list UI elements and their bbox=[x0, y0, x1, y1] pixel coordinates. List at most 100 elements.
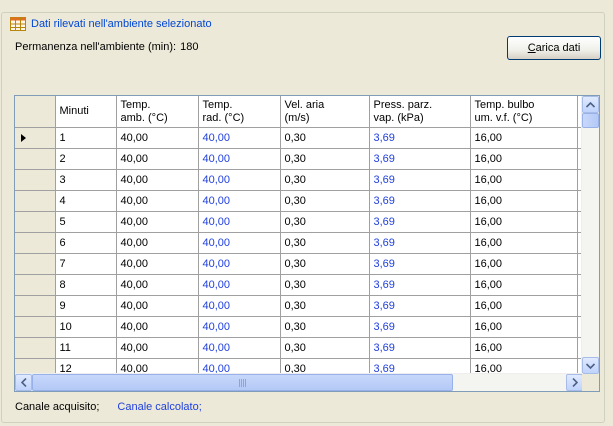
table-cell[interactable]: 0,30 bbox=[280, 253, 370, 275]
table-row[interactable]: 440,0040,000,303,6916,004 bbox=[15, 190, 583, 212]
vertical-scrollbar[interactable] bbox=[581, 96, 599, 374]
table-cell[interactable]: 16,00 bbox=[470, 232, 578, 254]
table-cell[interactable]: 11 bbox=[55, 337, 117, 359]
table-cell[interactable]: 3,69 bbox=[369, 253, 471, 275]
table-row[interactable]: 1240,0040,000,303,6916,004 bbox=[15, 358, 583, 374]
table-row[interactable]: 240,0040,000,303,6916,004 bbox=[15, 148, 583, 170]
carica-dati-button[interactable]: Carica dati bbox=[507, 36, 601, 60]
table-cell[interactable]: 40,00 bbox=[116, 169, 199, 191]
table-cell[interactable]: 16,00 bbox=[470, 253, 578, 275]
table-cell[interactable]: 0,30 bbox=[280, 274, 370, 296]
table-row[interactable]: 1140,0040,000,303,6916,004 bbox=[15, 337, 583, 359]
table-row[interactable]: 940,0040,000,303,6916,004 bbox=[15, 295, 583, 317]
table-cell[interactable]: 7 bbox=[55, 253, 117, 275]
horizontal-scroll-thumb[interactable] bbox=[32, 374, 453, 391]
table-cell[interactable]: 0,30 bbox=[280, 127, 370, 149]
table-cell[interactable]: 40,00 bbox=[198, 253, 281, 275]
table-cell[interactable]: 16,00 bbox=[470, 211, 578, 233]
table-cell[interactable]: 0,30 bbox=[280, 190, 370, 212]
table-cell[interactable]: 0,30 bbox=[280, 148, 370, 170]
table-cell[interactable]: 0,30 bbox=[280, 295, 370, 317]
table-row[interactable]: 740,0040,000,303,6916,004 bbox=[15, 253, 583, 275]
table-cell[interactable]: 40,00 bbox=[116, 127, 199, 149]
table-cell[interactable]: 0,30 bbox=[280, 169, 370, 191]
row-header[interactable] bbox=[15, 337, 56, 359]
vertical-scroll-thumb[interactable] bbox=[582, 113, 599, 128]
table-cell[interactable]: 16,00 bbox=[470, 148, 578, 170]
table-cell[interactable]: 40,00 bbox=[116, 253, 199, 275]
table-cell[interactable]: 0,30 bbox=[280, 316, 370, 338]
table-cell[interactable]: 16,00 bbox=[470, 337, 578, 359]
row-header[interactable] bbox=[15, 358, 56, 374]
table-cell[interactable]: 3,69 bbox=[369, 274, 471, 296]
column-header[interactable]: Vel. aria (m/s) bbox=[280, 96, 370, 128]
table-cell[interactable]: 3,69 bbox=[369, 190, 471, 212]
scroll-down-button[interactable] bbox=[582, 357, 599, 374]
scroll-up-button[interactable] bbox=[582, 96, 599, 113]
table-cell[interactable]: 16,00 bbox=[470, 169, 578, 191]
table-cell[interactable]: 16,00 bbox=[470, 316, 578, 338]
table-cell[interactable]: 40,00 bbox=[198, 148, 281, 170]
table-cell[interactable]: 40,00 bbox=[116, 274, 199, 296]
column-header[interactable]: Temp. amb. (°C) bbox=[116, 96, 199, 128]
column-header[interactable]: Temp. bulbo um. v.f. (°C) bbox=[470, 96, 578, 128]
row-header[interactable] bbox=[15, 211, 56, 233]
table-cell[interactable]: 3,69 bbox=[369, 232, 471, 254]
table-cell[interactable]: 10 bbox=[55, 316, 117, 338]
table-cell[interactable]: 0,30 bbox=[280, 232, 370, 254]
table-cell[interactable]: 16,00 bbox=[470, 190, 578, 212]
table-cell[interactable]: 6 bbox=[55, 232, 117, 254]
table-cell[interactable]: 16,00 bbox=[470, 358, 578, 374]
horizontal-scrollbar[interactable] bbox=[15, 373, 583, 391]
table-row[interactable]: 640,0040,000,303,6916,004 bbox=[15, 232, 583, 254]
table-cell[interactable]: 40,00 bbox=[198, 169, 281, 191]
table-cell[interactable]: 5 bbox=[55, 211, 117, 233]
table-cell[interactable]: 3,69 bbox=[369, 358, 471, 374]
row-header[interactable] bbox=[15, 169, 56, 191]
row-header[interactable] bbox=[15, 274, 56, 296]
table-cell[interactable]: 4 bbox=[55, 190, 117, 212]
table-cell[interactable]: 3,69 bbox=[369, 316, 471, 338]
column-header[interactable]: Temp. rad. (°C) bbox=[198, 96, 281, 128]
table-cell[interactable]: 0,30 bbox=[280, 358, 370, 374]
table-cell[interactable]: 3,69 bbox=[369, 337, 471, 359]
table-cell[interactable]: 3,69 bbox=[369, 295, 471, 317]
row-header[interactable] bbox=[15, 232, 56, 254]
table-cell[interactable]: 3,69 bbox=[369, 169, 471, 191]
table-cell[interactable]: 40,00 bbox=[198, 337, 281, 359]
table-cell[interactable]: 9 bbox=[55, 295, 117, 317]
table-row[interactable]: 1040,0040,000,303,6916,004 bbox=[15, 316, 583, 338]
table-cell[interactable]: 40,00 bbox=[198, 232, 281, 254]
row-header[interactable] bbox=[15, 295, 56, 317]
row-header[interactable] bbox=[15, 253, 56, 275]
table-cell[interactable]: 3 bbox=[55, 169, 117, 191]
table-cell[interactable]: 8 bbox=[55, 274, 117, 296]
table-cell[interactable]: 40,00 bbox=[198, 274, 281, 296]
row-header[interactable] bbox=[15, 316, 56, 338]
table-cell[interactable]: 40,00 bbox=[198, 127, 281, 149]
table-row[interactable]: 340,0040,000,303,6916,004 bbox=[15, 169, 583, 191]
table-cell[interactable]: 40,00 bbox=[116, 232, 199, 254]
table-row[interactable]: 140,0040,000,303,6916,004 bbox=[15, 127, 583, 149]
table-cell[interactable]: 16,00 bbox=[470, 295, 578, 317]
table-cell[interactable]: 1 bbox=[55, 127, 117, 149]
table-cell[interactable]: 40,00 bbox=[116, 337, 199, 359]
table-cell[interactable]: 40,00 bbox=[198, 190, 281, 212]
table-cell[interactable]: 3,69 bbox=[369, 127, 471, 149]
table-cell[interactable]: 40,00 bbox=[116, 211, 199, 233]
table-cell[interactable]: 16,00 bbox=[470, 274, 578, 296]
table-cell[interactable]: 0,30 bbox=[280, 211, 370, 233]
table-cell[interactable]: 40,00 bbox=[116, 316, 199, 338]
table-cell[interactable]: 40,00 bbox=[198, 316, 281, 338]
row-header[interactable] bbox=[15, 127, 56, 149]
table-cell[interactable]: 40,00 bbox=[116, 295, 199, 317]
scroll-left-button[interactable] bbox=[15, 374, 32, 391]
table-cell[interactable]: 40,00 bbox=[198, 295, 281, 317]
table-cell[interactable]: 40,00 bbox=[198, 211, 281, 233]
table-cell[interactable]: 0,30 bbox=[280, 337, 370, 359]
table-row[interactable]: 840,0040,000,303,6916,004 bbox=[15, 274, 583, 296]
table-cell[interactable]: 40,00 bbox=[116, 358, 199, 374]
table-cell[interactable]: 40,00 bbox=[116, 148, 199, 170]
table-cell[interactable]: 16,00 bbox=[470, 127, 578, 149]
table-cell[interactable]: 40,00 bbox=[198, 358, 281, 374]
